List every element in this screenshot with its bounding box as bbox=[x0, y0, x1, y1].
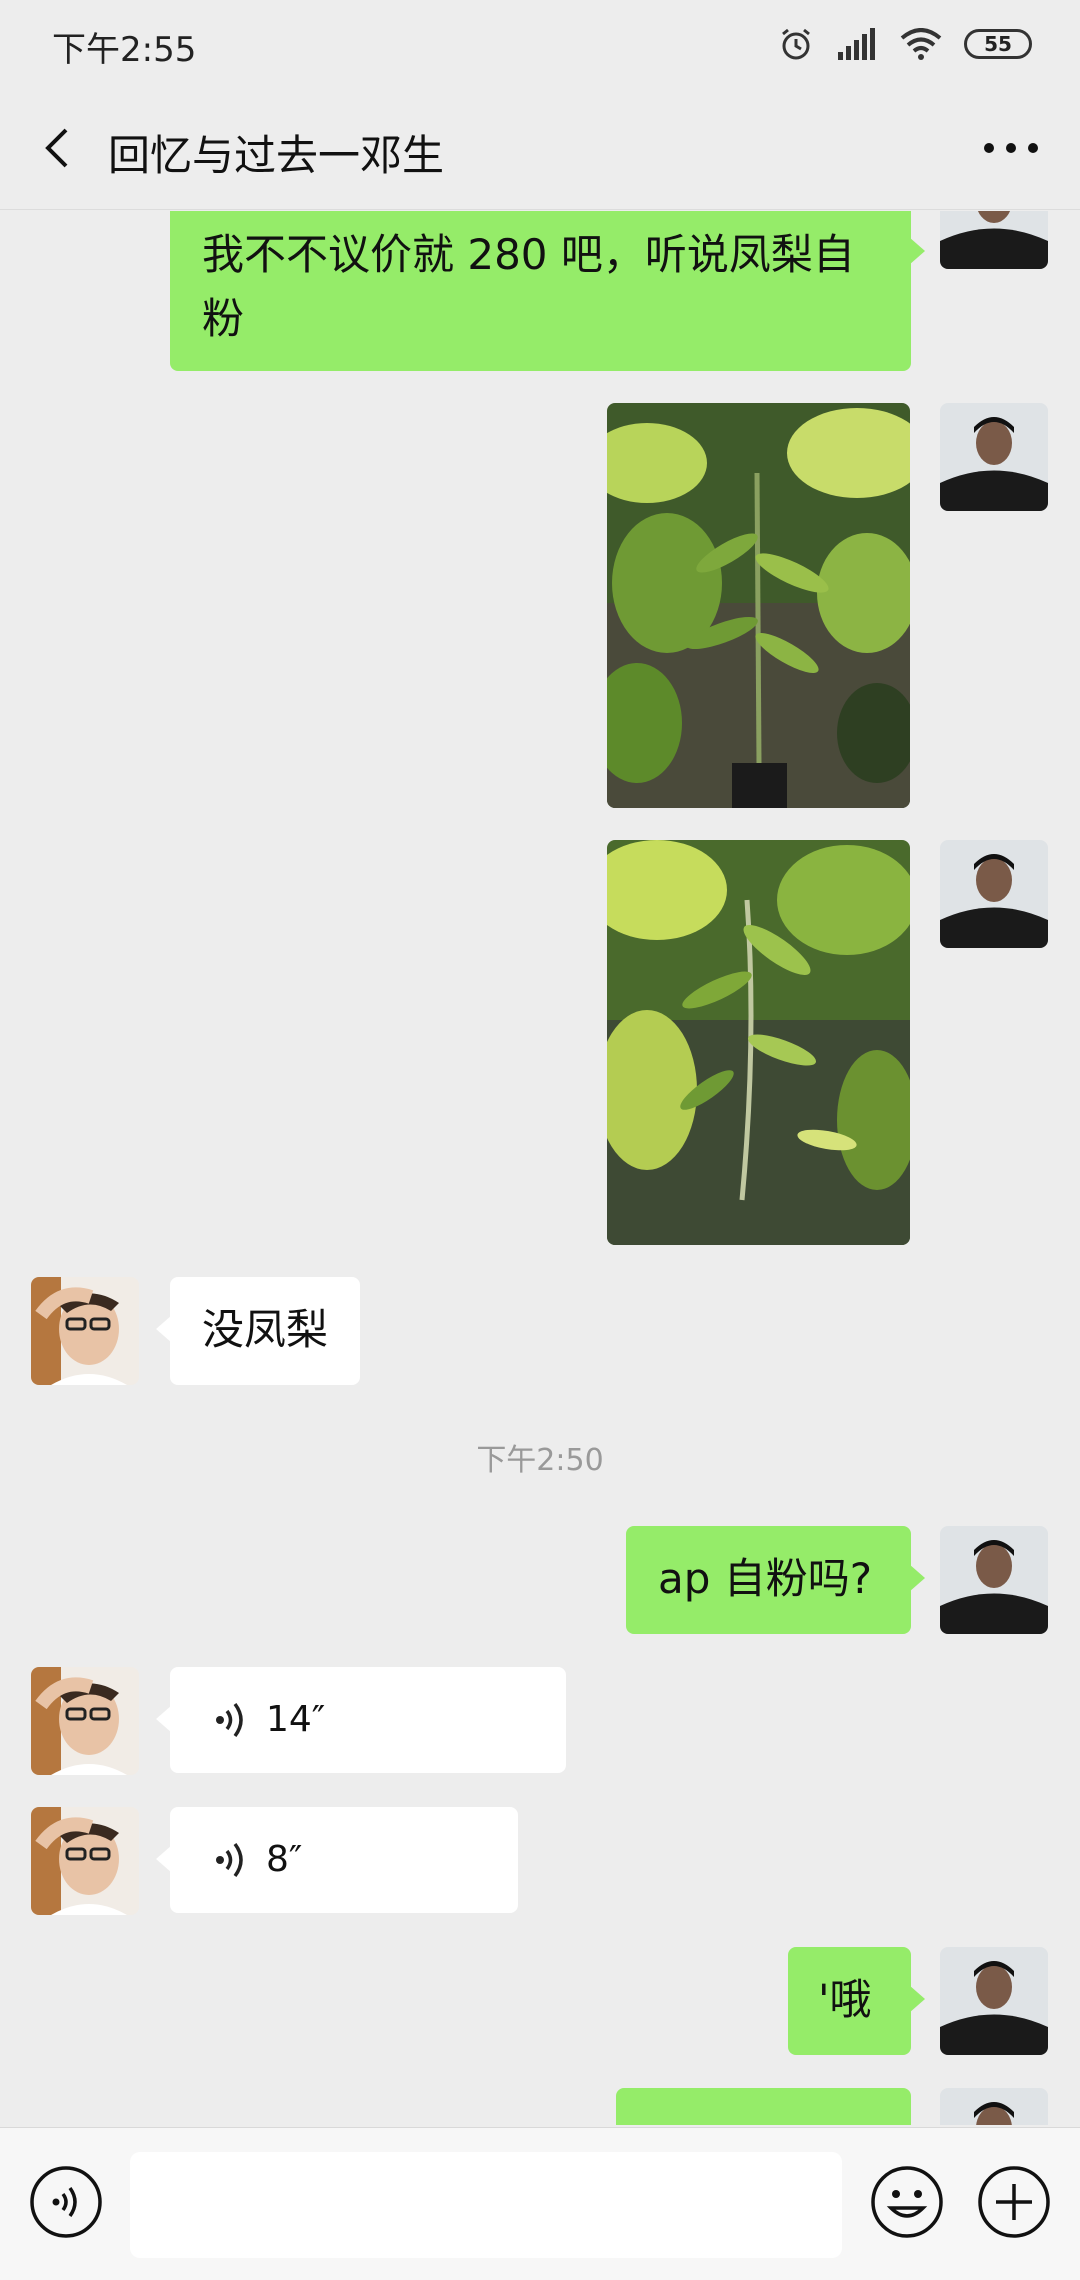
emoji-icon[interactable] bbox=[869, 2164, 945, 2240]
message-text: 没凤梨 bbox=[202, 1305, 329, 1354]
voice-message[interactable]: 8″ bbox=[156, 1807, 518, 1913]
voice-duration: 14″ bbox=[266, 1699, 326, 1740]
voice-message[interactable]: 14″ bbox=[156, 1667, 566, 1773]
voice-wave-icon bbox=[216, 1702, 243, 1738]
avatar[interactable] bbox=[940, 403, 1048, 511]
chat-header: 回忆与过去一邓生 bbox=[0, 90, 1080, 210]
status-bar: 下午2:55 55 bbox=[0, 0, 1080, 90]
avatar[interactable] bbox=[940, 1947, 1048, 2055]
alarm-icon bbox=[782, 28, 810, 60]
voice-icon[interactable] bbox=[28, 2164, 104, 2240]
plant-photo[interactable] bbox=[607, 840, 910, 1245]
message-bubble[interactable] bbox=[616, 2088, 911, 2125]
chevron-left-icon[interactable] bbox=[28, 116, 92, 180]
avatar[interactable] bbox=[31, 1667, 139, 1775]
avatar[interactable] bbox=[31, 1807, 139, 1915]
message-bubble[interactable]: 没凤梨 bbox=[155, 1277, 361, 1385]
wifi-icon bbox=[900, 28, 942, 60]
message-timestamp: 下午2:50 bbox=[476, 1443, 604, 1478]
battery-indicator: 55 bbox=[964, 29, 1032, 59]
message-text: ap 自粉吗? bbox=[658, 1554, 873, 1603]
message-bubble[interactable]: '哦 bbox=[788, 1947, 925, 2055]
avatar[interactable] bbox=[940, 840, 1048, 948]
message-text: 我不不议价就 280 吧，听说凤梨自粉 bbox=[202, 230, 855, 343]
more-icon[interactable] bbox=[976, 116, 1046, 180]
signal-icon bbox=[838, 28, 875, 60]
plus-icon[interactable] bbox=[976, 2164, 1052, 2240]
voice-duration: 8″ bbox=[266, 1839, 303, 1880]
input-bar bbox=[0, 2127, 1080, 2280]
avatar[interactable] bbox=[940, 2088, 1048, 2125]
message-bubble[interactable]: ap 自粉吗? bbox=[626, 1526, 925, 1634]
chat-title: 回忆与过去一邓生 bbox=[108, 131, 445, 180]
message-input[interactable] bbox=[130, 2152, 842, 2258]
voice-wave-icon bbox=[216, 1842, 243, 1878]
message-text: '哦 bbox=[818, 1975, 872, 2024]
avatar[interactable] bbox=[31, 1277, 139, 1385]
plant-photo[interactable] bbox=[607, 403, 910, 808]
avatar[interactable] bbox=[940, 1526, 1048, 1634]
chat-messages[interactable]: 我不不议价就 280 吧，听说凤梨自粉 没凤梨 下午2:50 ap 自粉吗? 1… bbox=[0, 211, 1080, 2125]
message-bubble[interactable]: 我不不议价就 280 吧，听说凤梨自粉 bbox=[170, 211, 925, 371]
status-time: 下午2:55 bbox=[52, 30, 197, 70]
status-icons: 55 bbox=[778, 24, 1032, 64]
avatar[interactable] bbox=[940, 211, 1048, 269]
